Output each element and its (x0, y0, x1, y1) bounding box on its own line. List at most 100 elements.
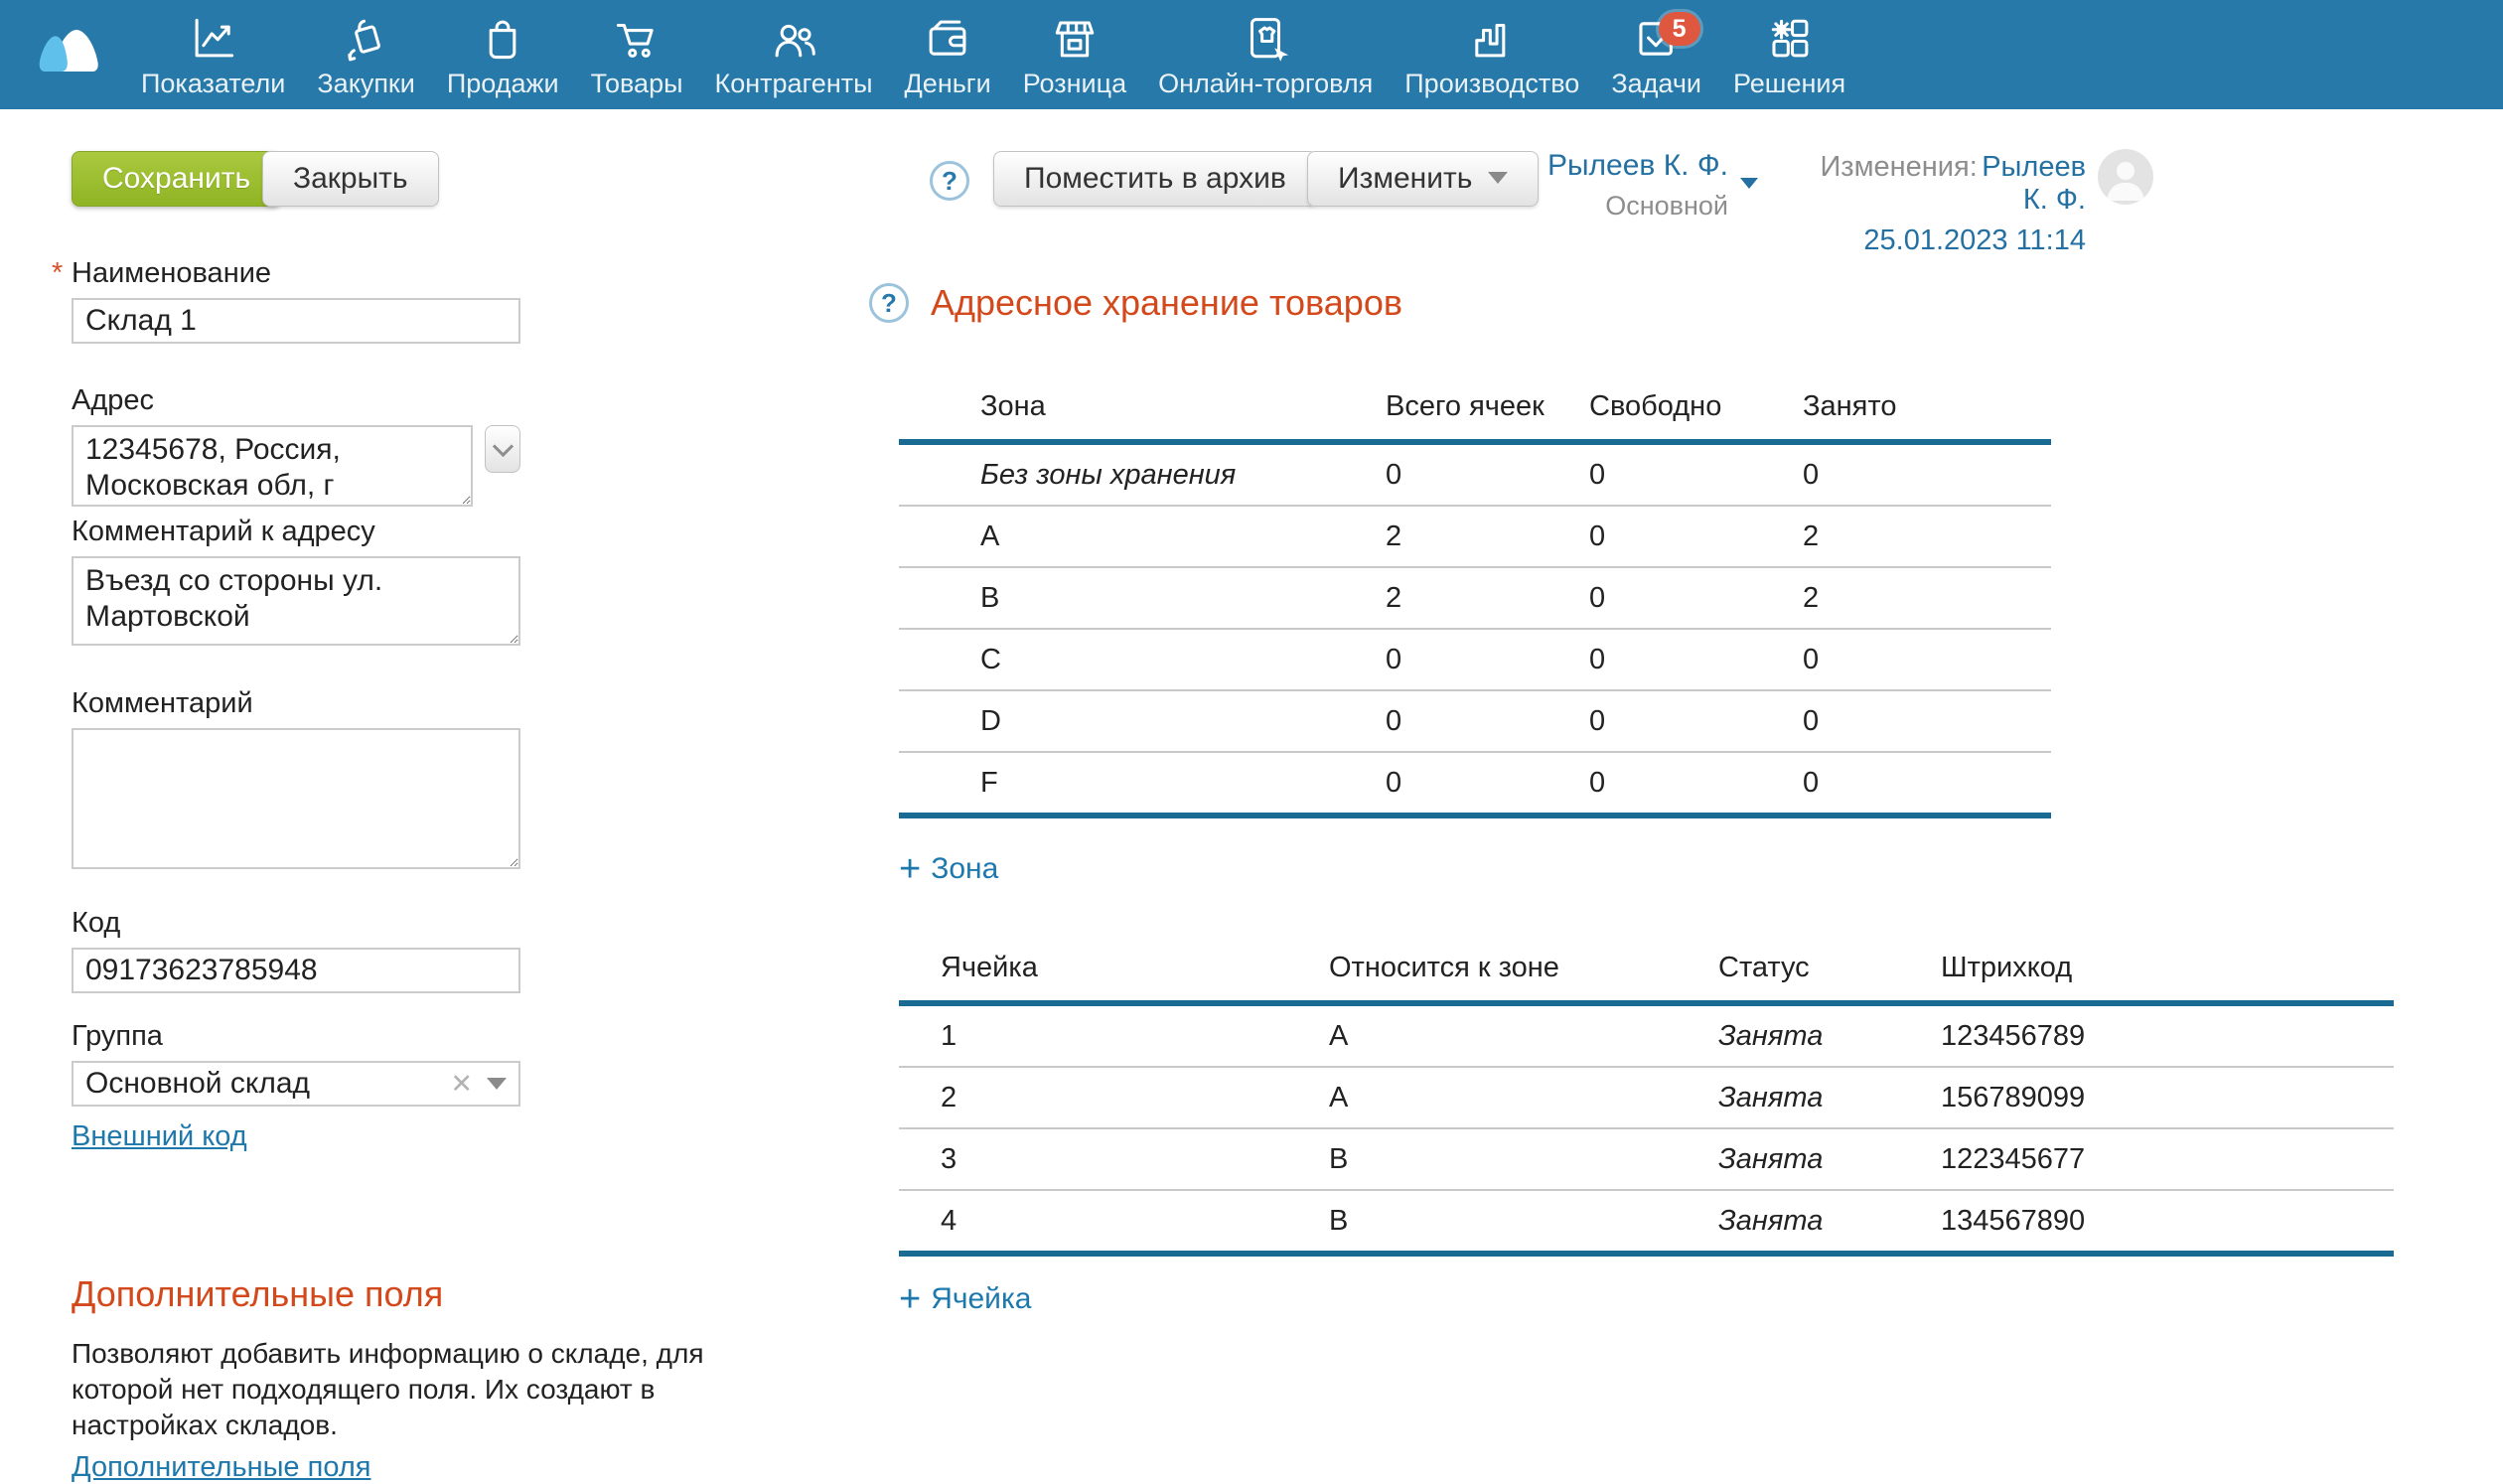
zone-occupied-cells: 0 (1803, 752, 2051, 816)
address-comment-label: Комментарий к адресу (72, 517, 520, 546)
user-role: Основной (1530, 191, 1758, 222)
code-input[interactable] (72, 948, 520, 993)
additional-fields-title: Дополнительные поля (72, 1274, 520, 1314)
save-button[interactable]: Сохранить (72, 151, 281, 207)
address-field-group: Адрес 12345678, Россия, Московская обл, … (72, 385, 520, 507)
cell-barcode: 123456789 (1941, 1003, 2394, 1067)
code-label: Код (72, 908, 520, 938)
avatar[interactable] (2098, 149, 2153, 205)
nav-label: Товары (591, 68, 683, 99)
help-icon[interactable]: ? (869, 283, 909, 323)
zone-occupied-cells: 2 (1803, 567, 2051, 629)
cell-row[interactable]: 4 B Занята 134567890 (899, 1190, 2394, 1254)
edit-dropdown-button[interactable]: Изменить (1307, 151, 1539, 207)
nav-item-retail[interactable]: Розница (1007, 0, 1142, 99)
cells-table-header-row: Ячейка Относится к зоне Статус Штрихкод (899, 942, 2394, 1003)
clear-icon[interactable]: ✕ (450, 1069, 473, 1100)
nav-item-online-trade[interactable]: Онлайн-торговля (1142, 0, 1389, 99)
person-icon (2098, 149, 2153, 205)
zone-row[interactable]: A 2 0 2 (899, 506, 2051, 567)
cell-barcode: 122345677 (1941, 1128, 2394, 1190)
additional-fields-description: Позволяют добавить информацию о складе, … (72, 1336, 787, 1443)
external-code-link[interactable]: Внешний код (72, 1120, 247, 1152)
nav-item-counterparties[interactable]: Контрагенты (699, 0, 889, 99)
nav-label: Розница (1023, 68, 1126, 99)
chevron-down-icon (493, 435, 514, 456)
comment-label: Комментарий (72, 688, 520, 718)
cell-zone: B (1329, 1128, 1718, 1190)
chevron-down-icon[interactable] (487, 1078, 507, 1090)
comment-textarea[interactable] (72, 728, 520, 869)
cell-barcode: 156789099 (1941, 1067, 2394, 1128)
zone-row[interactable]: B 2 0 2 (899, 567, 2051, 629)
nav-item-sales[interactable]: Продажи (431, 0, 575, 99)
chevron-down-icon[interactable] (1740, 178, 1758, 189)
zone-row[interactable]: C 0 0 0 (899, 629, 2051, 690)
cell-number: 3 (899, 1128, 1329, 1190)
factory-icon (1463, 12, 1521, 66)
group-label: Группа (72, 1021, 520, 1051)
group-combobox[interactable]: Основной склад ✕ (72, 1061, 520, 1107)
address-comment-field-group: Комментарий к адресу Въезд со стороны ул… (72, 517, 520, 654)
cell-number: 1 (899, 1003, 1329, 1067)
device-shirt-icon (1237, 12, 1294, 66)
cell-row[interactable]: 2 A Занята 156789099 (899, 1067, 2394, 1128)
nav-item-production[interactable]: Производство (1389, 0, 1595, 99)
people-icon (765, 12, 822, 66)
zone-row[interactable]: F 0 0 0 (899, 752, 2051, 816)
archive-button[interactable]: Поместить в архив (993, 151, 1317, 207)
nav-label: Продажи (447, 68, 559, 99)
name-input[interactable] (72, 298, 520, 344)
nav-item-purchases[interactable]: Закупки (301, 0, 430, 99)
zone-occupied-cells: 0 (1803, 442, 2051, 506)
address-expand-button[interactable] (485, 425, 520, 473)
cell-status: Занята (1718, 1003, 1941, 1067)
user-name[interactable]: Рылеев К. Ф. (1547, 149, 1728, 182)
cell-status: Занята (1718, 1067, 1941, 1128)
changes-author-link[interactable]: Рылеев К. Ф. (1982, 151, 2086, 216)
add-zone-link[interactable]: + Зона (899, 852, 998, 886)
help-icon[interactable]: ? (930, 161, 969, 201)
app-logo[interactable] (36, 24, 111, 85)
user-menu[interactable]: Рылеев К. Ф. (1530, 149, 1758, 183)
cell-number: 2 (899, 1067, 1329, 1128)
cell-zone: A (1329, 1003, 1718, 1067)
chart-line-icon (185, 12, 242, 66)
cell-barcode: 134567890 (1941, 1190, 2394, 1254)
zone-name: F (899, 752, 1386, 816)
group-field-group: Группа Основной склад ✕ (72, 1021, 520, 1107)
zone-row[interactable]: Без зоны хранения 0 0 0 (899, 442, 2051, 506)
nav-item-indicators[interactable]: Показатели (125, 0, 301, 99)
main-navigation: Показатели Закупки Продажи (125, 0, 1861, 109)
additional-fields-link[interactable]: Дополнительные поля (72, 1451, 370, 1483)
cells-table: Ячейка Относится к зоне Статус Штрихкод … (899, 942, 2394, 1257)
cell-row[interactable]: 1 A Занята 123456789 (899, 1003, 2394, 1067)
changes-label: Изменения: (1820, 151, 1977, 183)
nav-label: Контрагенты (715, 68, 873, 99)
sales-bag-icon (474, 12, 531, 66)
required-mark: * (52, 258, 63, 288)
storage-section-title: Адресное хранение товаров (931, 283, 1402, 323)
cell-row[interactable]: 3 B Занята 122345677 (899, 1128, 2394, 1190)
close-button[interactable]: Закрыть (262, 151, 439, 207)
zone-free-cells: 0 (1589, 690, 1803, 752)
add-cell-label: Ячейка (931, 1282, 1031, 1316)
cells-col-status: Статус (1718, 942, 1941, 1003)
nav-item-money[interactable]: Деньги (889, 0, 1007, 99)
address-textarea[interactable]: 12345678, Россия, Московская обл, г Дмит… (72, 425, 473, 507)
nav-item-tasks[interactable]: 5 Задачи (1595, 0, 1717, 99)
zone-occupied-cells: 0 (1803, 629, 2051, 690)
zone-total-cells: 2 (1386, 567, 1589, 629)
edit-label: Изменить (1338, 162, 1472, 195)
zone-row[interactable]: D 0 0 0 (899, 690, 2051, 752)
add-cell-link[interactable]: + Ячейка (899, 1282, 1031, 1316)
nav-item-goods[interactable]: Товары (575, 0, 699, 99)
name-field-group: *Наименование (72, 258, 520, 344)
nav-label: Производство (1404, 68, 1579, 99)
zones-col-free: Свободно (1589, 380, 1803, 442)
nav-item-solutions[interactable]: Решения (1717, 0, 1861, 99)
tasks-count-badge: 5 (1659, 12, 1700, 46)
address-comment-textarea[interactable]: Въезд со стороны ул. Мартовской (72, 556, 520, 646)
wallet-icon (919, 12, 976, 66)
nav-label: Решения (1733, 68, 1845, 99)
